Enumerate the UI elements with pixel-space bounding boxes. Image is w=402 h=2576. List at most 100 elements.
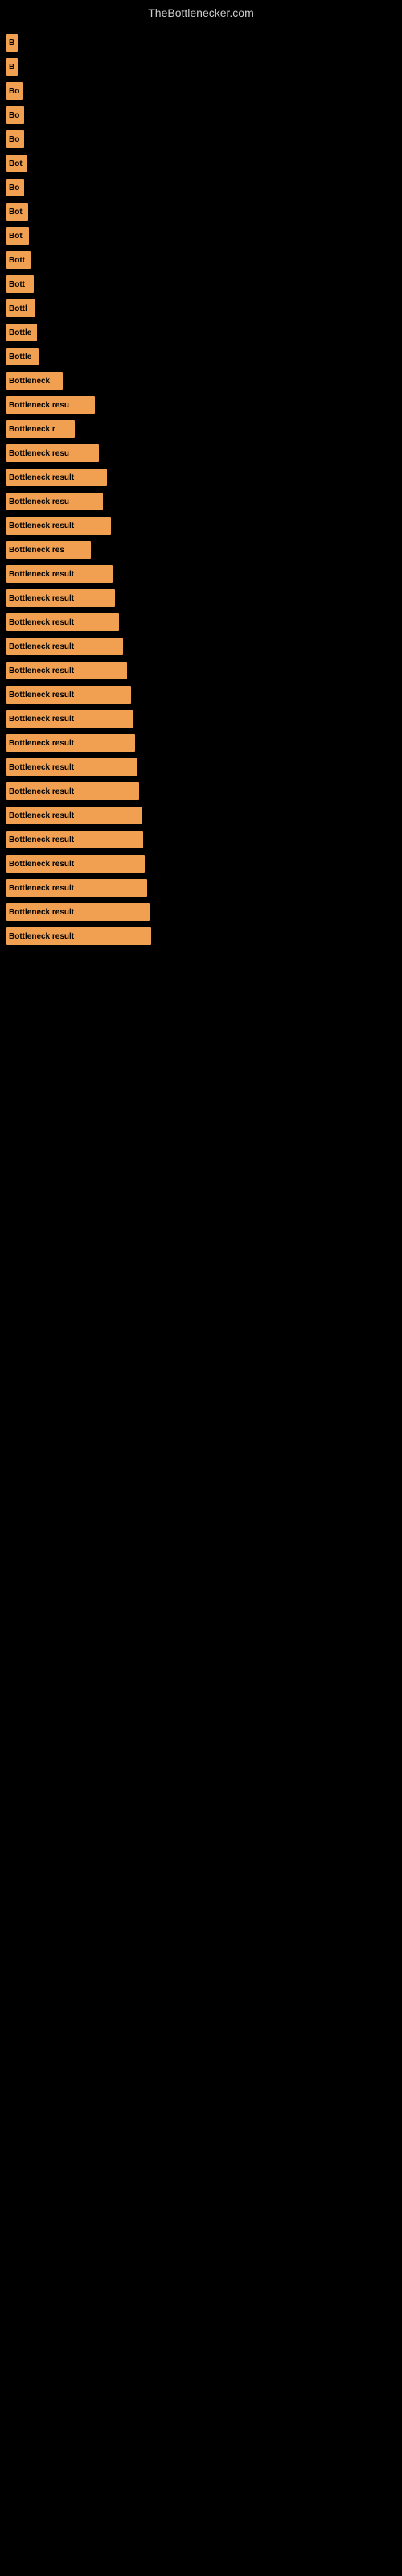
bar-item: Bot (6, 203, 28, 221)
bar-label-text: Bottleneck result (9, 691, 74, 700)
bar-row: Bot (6, 224, 402, 248)
bar-label-text: Bottl (9, 304, 27, 313)
bar-label-text: Bottleneck result (9, 739, 74, 748)
bar-item: Bottleneck resu (6, 493, 103, 510)
bar-row: Bottl (6, 296, 402, 320)
bar-item: B (6, 34, 18, 52)
bar-row: B (6, 31, 402, 55)
bar-row: Bot (6, 200, 402, 224)
bar-row: Bottle (6, 345, 402, 369)
bar-label-text: Bot (9, 159, 23, 168)
bar-item: Bottleneck result (6, 807, 142, 824)
bar-row: Bottleneck result (6, 803, 402, 828)
bar-row: Bottleneck (6, 369, 402, 393)
bar-label-text: Bottleneck (9, 377, 50, 386)
bar-label-text: Bottleneck result (9, 618, 74, 627)
bar-label-text: Bottleneck res (9, 546, 64, 555)
bar-item: Bottleneck result (6, 638, 123, 655)
bar-row: Bottleneck r (6, 417, 402, 441)
bar-item: Bottleneck result (6, 613, 119, 631)
bar-label-text: Bottleneck resu (9, 449, 69, 458)
bar-row: B (6, 55, 402, 79)
bar-item: Bottl (6, 299, 35, 317)
bar-row: Bottleneck result (6, 900, 402, 924)
bar-row: Bottleneck resu (6, 489, 402, 514)
bar-label-text: Bottleneck result (9, 811, 74, 820)
bar-item: Bottleneck result (6, 517, 111, 535)
bar-label-text: Bot (9, 208, 23, 217)
bar-item: Bo (6, 82, 23, 100)
bar-label-text: Bo (9, 87, 19, 96)
bar-row: Bottleneck result (6, 779, 402, 803)
bar-item: Bottleneck result (6, 855, 145, 873)
bar-item: Bottleneck result (6, 927, 151, 945)
bar-row: Bot (6, 151, 402, 175)
bar-row: Bottleneck result (6, 610, 402, 634)
bar-label-text: Bottleneck result (9, 570, 74, 579)
bar-row: Bott (6, 248, 402, 272)
bar-row: Bottleneck result (6, 828, 402, 852)
bar-row: Bottleneck result (6, 562, 402, 586)
bar-label-text: Bottleneck result (9, 787, 74, 796)
bar-label-text: Bottleneck result (9, 473, 74, 482)
bar-item: Bott (6, 251, 31, 269)
bar-item: Bottleneck result (6, 469, 107, 486)
bar-item: Bottleneck result (6, 879, 147, 897)
bar-item: Bottleneck result (6, 686, 131, 704)
bar-row: Bottle (6, 320, 402, 345)
bar-item: Bottleneck result (6, 565, 113, 583)
bar-label-text: Bottleneck resu (9, 401, 69, 410)
bar-row: Bottleneck result (6, 852, 402, 876)
bar-row: Bottleneck resu (6, 393, 402, 417)
bar-row: Bo (6, 103, 402, 127)
bar-item: Bottleneck result (6, 662, 127, 679)
bar-item: Bo (6, 106, 24, 124)
bar-row: Bottleneck result (6, 465, 402, 489)
bar-label-text: Bottleneck result (9, 715, 74, 724)
bar-label-text: Bottleneck r (9, 425, 55, 434)
bar-row: Bottleneck result (6, 731, 402, 755)
bar-row: Bo (6, 175, 402, 200)
bar-label-text: Bottleneck result (9, 884, 74, 893)
bar-label-text: Bottle (9, 353, 31, 361)
bar-label-text: Bo (9, 135, 19, 144)
bar-label-text: Bottleneck result (9, 522, 74, 530)
bar-label-text: Bottleneck result (9, 763, 74, 772)
site-title: TheBottlenecker.com (0, 0, 402, 23)
bar-item: Bot (6, 155, 27, 172)
bar-row: Bottleneck result (6, 755, 402, 779)
bar-label-text: Bottleneck result (9, 836, 74, 844)
bar-label-text: Bottleneck resu (9, 497, 69, 506)
bar-item: Bo (6, 179, 24, 196)
bar-item: Bottleneck r (6, 420, 75, 438)
bar-row: Bottleneck result (6, 707, 402, 731)
bar-row: Bott (6, 272, 402, 296)
bar-item: Bottle (6, 324, 37, 341)
bar-item: Bot (6, 227, 29, 245)
bar-row: Bottleneck result (6, 658, 402, 683)
bar-label-text: Bott (9, 256, 25, 265)
bar-item: B (6, 58, 18, 76)
bar-row: Bottleneck result (6, 876, 402, 900)
bar-label-text: Bo (9, 111, 19, 120)
bar-label-text: Bottleneck result (9, 642, 74, 651)
bar-row: Bottleneck result (6, 634, 402, 658)
bar-label-text: Bottleneck result (9, 594, 74, 603)
bar-item: Bottleneck result (6, 758, 137, 776)
bar-item: Bottle (6, 348, 39, 365)
bar-item: Bott (6, 275, 34, 293)
bar-label-text: Bot (9, 232, 23, 241)
bar-label-text: Bottleneck result (9, 908, 74, 917)
bar-item: Bottleneck result (6, 782, 139, 800)
bar-item: Bottleneck result (6, 589, 115, 607)
bar-row: Bo (6, 127, 402, 151)
bar-label-text: Bott (9, 280, 25, 289)
bar-item: Bottleneck result (6, 831, 143, 848)
bar-item: Bottleneck res (6, 541, 91, 559)
bar-label-text: Bottleneck result (9, 667, 74, 675)
bar-label-text: Bottleneck result (9, 860, 74, 869)
bar-item: Bottleneck result (6, 734, 135, 752)
bar-label-text: B (9, 63, 14, 72)
bar-item: Bottleneck result (6, 903, 150, 921)
bar-item: Bottleneck result (6, 710, 133, 728)
